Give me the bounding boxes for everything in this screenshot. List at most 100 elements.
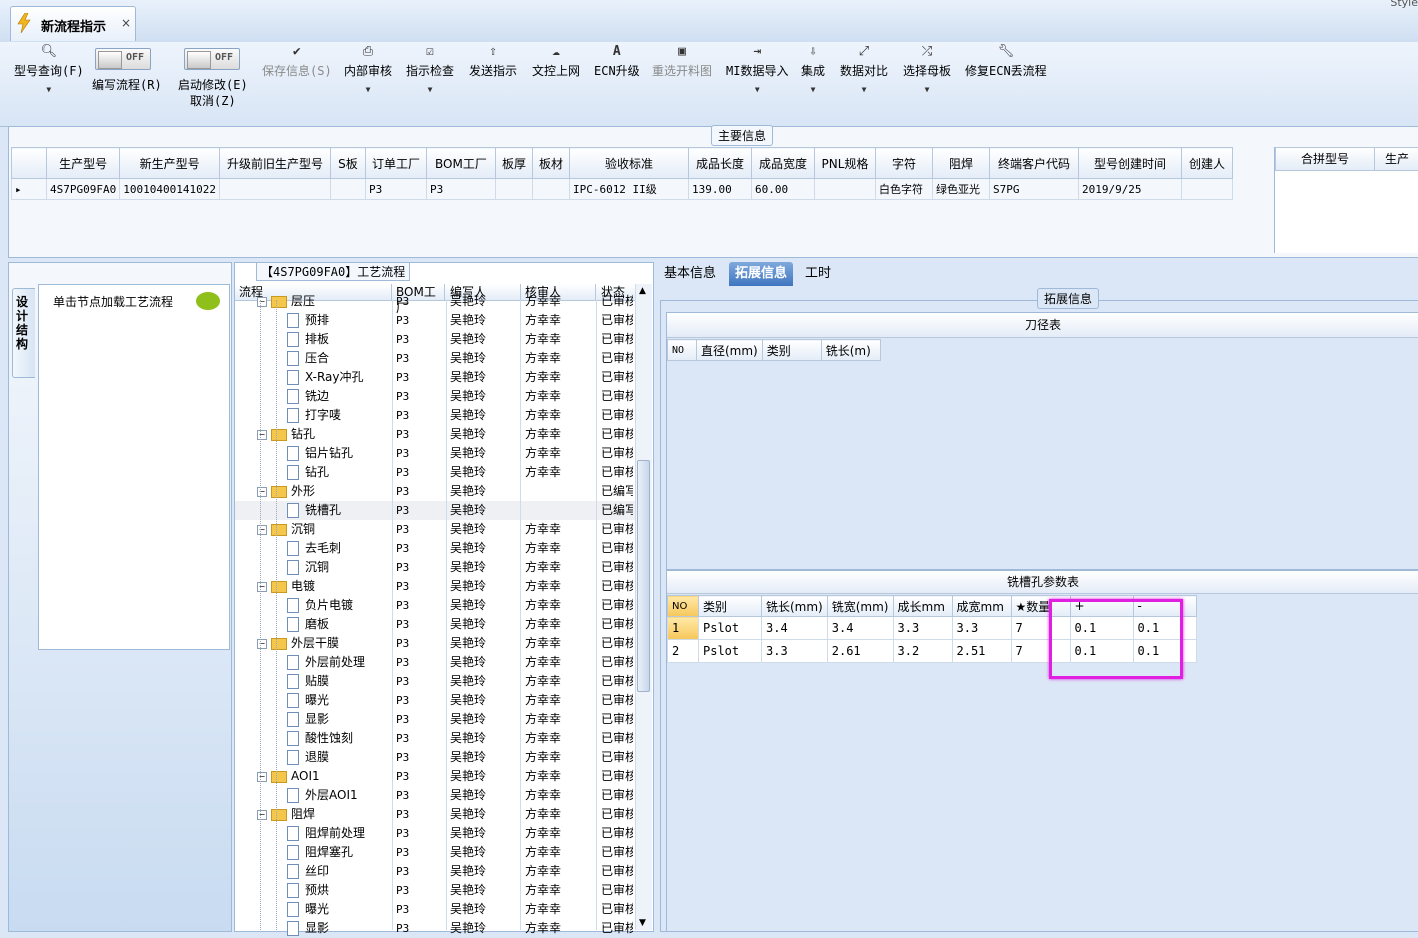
mi-import-button[interactable]: ⇥ MI数据导入 ▼ [726,42,788,94]
chevron-down-icon[interactable]: ▼ [801,85,825,94]
writer-cell[interactable]: 吴艳玲 [450,691,486,710]
bom-cell[interactable]: P3 [396,634,409,653]
bom-cell[interactable]: P3 [396,349,409,368]
table-cell[interactable]: P3 [364,178,427,200]
column-header[interactable]: 成宽mm [951,595,1012,617]
structure-tree-panel[interactable]: 单击节点加载工艺流程 [38,284,230,650]
column-header[interactable]: 成长mm [892,595,953,617]
column-header[interactable]: 型号创建时间 [1077,147,1182,179]
table-row[interactable]: ▸ 4S7PG09FA0 10010400141022 P3 P3 IPC-60… [11,178,1233,200]
table-cell[interactable]: 2019/9/25 [1077,178,1182,200]
collapse-icon[interactable]: − [257,524,267,535]
table-cell[interactable]: 白色字符 [874,178,933,200]
reviewer-cell[interactable]: 方幸幸 [525,767,561,786]
writer-cell[interactable]: 吴艳玲 [450,292,486,311]
column-header[interactable]: NO [667,595,699,617]
table-cell[interactable]: 3.4 [826,616,894,640]
tree-folder-row[interactable]: − 阻焊 P3 吴艳玲 方幸幸 已审核 [235,805,635,824]
tree-leaf-row[interactable]: 钻孔 P3 吴艳玲 方幸幸 已审核 [235,463,635,482]
column-header[interactable]: 创建人 [1180,147,1233,179]
bom-cell[interactable]: P3 [396,425,409,444]
writer-cell[interactable]: 吴艳玲 [450,444,486,463]
column-header[interactable]: 订单工厂 [364,147,427,179]
tree-leaf-row[interactable]: X-Ray冲孔 P3 吴艳玲 方幸幸 已审核 [235,368,635,387]
select-motherboard-button[interactable]: ⤮ 选择母板 ▼ [903,42,951,94]
tab-new-process[interactable]: 新流程指示 × [10,6,136,41]
status-cell[interactable]: 已审核 [601,691,633,710]
reviewer-cell[interactable]: 方幸幸 [525,653,561,672]
repair-ecn-button[interactable]: 🔧︎ 修复ECN丢流程 [965,42,1047,79]
bom-cell[interactable]: P3 [396,653,409,672]
column-header[interactable]: PNL规格 [813,147,876,179]
bom-cell[interactable]: P3 [396,919,409,938]
column-header[interactable]: 板厚 [494,147,533,179]
writer-cell[interactable]: 吴艳玲 [450,330,486,349]
column-header[interactable]: 类别 [761,339,822,361]
tree-leaf-row[interactable]: 压合 P3 吴艳玲 方幸幸 已审核 [235,349,635,368]
status-cell[interactable]: 已审核 [601,767,633,786]
tree-leaf-row[interactable]: 铝片钻孔 P3 吴艳玲 方幸幸 已审核 [235,444,635,463]
writer-cell[interactable]: 吴艳玲 [450,634,486,653]
tree-leaf-row[interactable]: 阻焊前处理 P3 吴艳玲 方幸幸 已审核 [235,824,635,843]
tree-leaf-row[interactable]: 退膜 P3 吴艳玲 方幸幸 已审核 [235,748,635,767]
write-process-toggle[interactable]: OFF [95,48,151,70]
tree-folder-row[interactable]: − AOI1 P3 吴艳玲 方幸幸 已审核 [235,767,635,786]
reviewer-cell[interactable]: 方幸幸 [525,881,561,900]
bom-cell[interactable]: P3 [396,748,409,767]
reviewer-cell[interactable]: 方幸幸 [525,596,561,615]
status-cell[interactable]: 已审核 [601,577,633,596]
bom-cell[interactable]: P3 [396,311,409,330]
internal-review-button[interactable]: ⎙ 内部审核 ▼ [344,42,392,94]
reviewer-cell[interactable]: 方幸幸 [525,349,561,368]
tree-leaf-row[interactable]: 预排 P3 吴艳玲 方幸幸 已审核 [235,311,635,330]
ecn-upgrade-button[interactable]: A ECN升级 [594,42,640,79]
reviewer-cell[interactable]: 方幸幸 [525,425,561,444]
table-cell[interactable]: Pslot [698,639,762,663]
bom-cell[interactable]: P3 [396,292,409,311]
reviewer-cell[interactable]: 方幸幸 [525,824,561,843]
data-compare-button[interactable]: ⤢ 数据对比 ▼ [840,42,888,94]
reviewer-cell[interactable]: 方幸幸 [525,729,561,748]
bom-cell[interactable]: P3 [396,558,409,577]
reviewer-cell[interactable]: 方幸幸 [525,691,561,710]
column-header[interactable]: 合拼型号 [1275,147,1375,171]
bom-cell[interactable]: P3 [396,862,409,881]
tree-scroll-thumb[interactable] [637,460,650,692]
tree-node[interactable]: − 阻焊 [235,805,409,824]
writer-cell[interactable]: 吴艳玲 [450,463,486,482]
tree-node[interactable]: − AOI1 [235,767,409,786]
tab-basic-info[interactable]: 基本信息 [658,262,722,286]
reviewer-cell[interactable]: 方幸幸 [525,539,561,558]
table-cell[interactable]: S7PG [988,178,1079,200]
reviewer-cell[interactable]: 方幸幸 [525,520,561,539]
tree-leaf-row[interactable]: 负片电镀 P3 吴艳玲 方幸幸 已审核 [235,596,635,615]
writer-cell[interactable]: 吴艳玲 [450,482,486,501]
writer-cell[interactable]: 吴艳玲 [450,311,486,330]
reviewer-cell[interactable]: 方幸幸 [525,786,561,805]
bom-cell[interactable]: P3 [396,330,409,349]
column-header[interactable]: S板 [329,147,366,179]
writer-cell[interactable]: 吴艳玲 [450,615,486,634]
status-cell[interactable]: 已审核 [601,520,633,539]
status-cell[interactable]: 已审核 [601,672,633,691]
tree-leaf-row[interactable]: 显影 P3 吴艳玲 方幸幸 已审核 [235,710,635,729]
tab-design-structure[interactable]: 设计结构 [12,288,35,378]
collapse-icon[interactable]: − [257,296,267,307]
column-header[interactable]: 类别 [698,595,762,617]
bom-cell[interactable]: P3 [396,406,409,425]
tree-node[interactable]: − 电镀 [235,577,409,596]
status-cell[interactable]: 已审核 [601,710,633,729]
tree-leaf-row[interactable]: 显影 P3 吴艳玲 方幸幸 已审核 [235,919,635,938]
collapse-icon[interactable]: − [257,429,267,440]
bom-cell[interactable]: P3 [396,463,409,482]
tree-leaf-row[interactable]: 预烘 P3 吴艳玲 方幸幸 已审核 [235,881,635,900]
reviewer-cell[interactable]: 方幸幸 [525,919,561,938]
tab-extended-info[interactable]: 拓展信息 [729,262,794,286]
writer-cell[interactable]: 吴艳玲 [450,900,486,919]
bom-cell[interactable]: P3 [396,881,409,900]
reviewer-cell[interactable]: 方幸幸 [525,710,561,729]
status-cell[interactable]: 已审核 [601,292,633,311]
writer-cell[interactable]: 吴艳玲 [450,824,486,843]
tab-work-hours[interactable]: 工时 [799,262,837,286]
chevron-down-icon[interactable]: ▼ [344,85,392,94]
